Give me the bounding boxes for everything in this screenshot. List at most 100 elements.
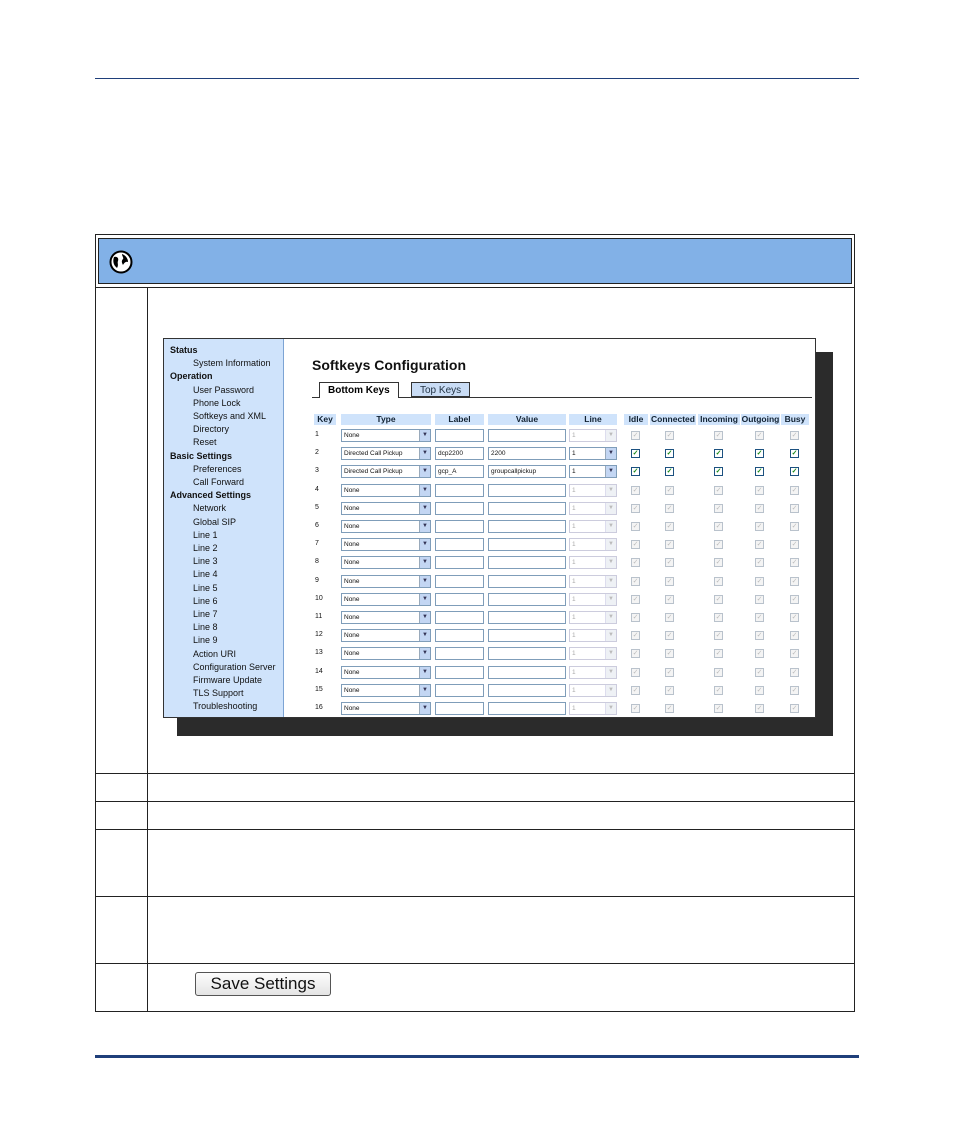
chevron-down-icon[interactable]: ▼ [419, 466, 430, 478]
type-select[interactable]: None ▼ [341, 556, 431, 570]
chevron-down-icon[interactable]: ▼ [605, 593, 616, 605]
value-input[interactable] [488, 520, 566, 533]
tab-bottom-keys[interactable]: Bottom Keys [319, 382, 399, 398]
sidebar-item[interactable]: Preferences [193, 464, 242, 475]
type-select[interactable]: None ▼ [341, 483, 431, 497]
connected-checkbox[interactable]: ✓ [665, 704, 674, 713]
idle-checkbox[interactable]: ✓ [631, 485, 640, 495]
sidebar-item[interactable]: Directory [193, 424, 229, 435]
incoming-checkbox[interactable]: ✓ [714, 704, 723, 713]
connected-checkbox[interactable]: ✓ [665, 558, 674, 568]
line-select[interactable]: 1 ▼ [569, 501, 617, 515]
line-select[interactable]: 1 ▼ [569, 538, 617, 552]
busy-checkbox[interactable]: ✓ [790, 522, 799, 531]
chevron-down-icon[interactable]: ▼ [605, 484, 616, 496]
idle-checkbox[interactable]: ✓ [631, 685, 640, 695]
sidebar-item[interactable]: Line 7 [193, 609, 218, 620]
connected-checkbox[interactable]: ✓ [665, 685, 674, 695]
busy-checkbox[interactable]: ✓ [790, 449, 799, 459]
label-input[interactable] [435, 556, 484, 570]
outgoing-checkbox[interactable]: ✓ [755, 704, 764, 713]
connected-checkbox[interactable]: ✓ [665, 631, 674, 641]
line-select[interactable]: 1 ▼ [569, 483, 617, 497]
outgoing-checkbox[interactable]: ✓ [755, 613, 764, 622]
type-select[interactable]: None ▼ [341, 538, 431, 552]
outgoing-checkbox[interactable]: ✓ [755, 431, 764, 440]
label-input[interactable] [435, 683, 484, 697]
value-input[interactable]: 2200 [488, 447, 566, 461]
value-input[interactable] [488, 429, 566, 442]
sidebar-item[interactable]: Line 5 [193, 583, 218, 594]
type-select[interactable]: None ▼ [341, 647, 431, 661]
label-input[interactable] [435, 592, 484, 606]
incoming-checkbox[interactable]: ✓ [714, 431, 723, 440]
connected-checkbox[interactable]: ✓ [665, 667, 674, 677]
busy-checkbox[interactable]: ✓ [790, 594, 799, 604]
sidebar-item[interactable]: System Information [193, 358, 271, 369]
label-input[interactable] [435, 520, 484, 533]
busy-checkbox[interactable]: ✓ [790, 540, 799, 550]
outgoing-checkbox[interactable]: ✓ [755, 667, 764, 677]
incoming-checkbox[interactable]: ✓ [714, 685, 723, 695]
value-input[interactable] [488, 556, 566, 570]
sidebar-item[interactable]: Line 1 [193, 530, 218, 541]
value-input[interactable] [488, 574, 566, 588]
chevron-down-icon[interactable]: ▼ [605, 666, 616, 678]
line-select[interactable]: 1 ▼ [569, 465, 617, 479]
label-input[interactable]: dcp2200 [435, 447, 484, 461]
connected-checkbox[interactable]: ✓ [665, 449, 674, 459]
type-select[interactable]: None ▼ [341, 592, 431, 606]
incoming-checkbox[interactable]: ✓ [714, 576, 723, 586]
chevron-down-icon[interactable]: ▼ [605, 648, 616, 660]
connected-checkbox[interactable]: ✓ [665, 649, 674, 659]
busy-checkbox[interactable]: ✓ [790, 631, 799, 641]
chevron-down-icon[interactable]: ▼ [605, 466, 616, 478]
line-select[interactable]: 1 ▼ [569, 520, 617, 533]
label-input[interactable] [435, 629, 484, 643]
incoming-checkbox[interactable]: ✓ [714, 485, 723, 495]
incoming-checkbox[interactable]: ✓ [714, 594, 723, 604]
idle-checkbox[interactable]: ✓ [631, 613, 640, 622]
value-input[interactable] [488, 592, 566, 606]
chevron-down-icon[interactable]: ▼ [419, 593, 430, 605]
type-select[interactable]: None ▼ [341, 702, 431, 715]
chevron-down-icon[interactable]: ▼ [605, 521, 616, 532]
chevron-down-icon[interactable]: ▼ [419, 684, 430, 696]
chevron-down-icon[interactable]: ▼ [419, 502, 430, 514]
sidebar-item[interactable]: Line 8 [193, 622, 218, 633]
sidebar-item[interactable]: Line 4 [193, 569, 218, 580]
connected-checkbox[interactable]: ✓ [665, 613, 674, 622]
chevron-down-icon[interactable]: ▼ [419, 575, 430, 587]
outgoing-checkbox[interactable]: ✓ [755, 449, 764, 459]
sidebar-item[interactable]: Global SIP [193, 517, 236, 528]
incoming-checkbox[interactable]: ✓ [714, 449, 723, 459]
outgoing-checkbox[interactable]: ✓ [755, 467, 764, 477]
idle-checkbox[interactable]: ✓ [631, 431, 640, 440]
chevron-down-icon[interactable]: ▼ [605, 684, 616, 696]
sidebar-item[interactable]: Firmware Update [193, 675, 262, 686]
line-select[interactable]: 1 ▼ [569, 647, 617, 661]
connected-checkbox[interactable]: ✓ [665, 540, 674, 550]
incoming-checkbox[interactable]: ✓ [714, 631, 723, 641]
outgoing-checkbox[interactable]: ✓ [755, 631, 764, 641]
line-select[interactable]: 1 ▼ [569, 702, 617, 715]
incoming-checkbox[interactable]: ✓ [714, 522, 723, 531]
outgoing-checkbox[interactable]: ✓ [755, 503, 764, 513]
chevron-down-icon[interactable]: ▼ [605, 630, 616, 642]
connected-checkbox[interactable]: ✓ [665, 576, 674, 586]
busy-checkbox[interactable]: ✓ [790, 667, 799, 677]
connected-checkbox[interactable]: ✓ [665, 503, 674, 513]
outgoing-checkbox[interactable]: ✓ [755, 594, 764, 604]
type-select[interactable]: None ▼ [341, 683, 431, 697]
idle-checkbox[interactable]: ✓ [631, 631, 640, 641]
sidebar-item[interactable]: Line 6 [193, 596, 218, 607]
chevron-down-icon[interactable]: ▼ [605, 612, 616, 623]
outgoing-checkbox[interactable]: ✓ [755, 522, 764, 531]
busy-checkbox[interactable]: ✓ [790, 467, 799, 477]
value-input[interactable] [488, 483, 566, 497]
chevron-down-icon[interactable]: ▼ [419, 703, 430, 714]
outgoing-checkbox[interactable]: ✓ [755, 540, 764, 550]
type-select[interactable]: Directed Call Pickup ▼ [341, 447, 431, 461]
line-select[interactable]: 1 ▼ [569, 429, 617, 442]
outgoing-checkbox[interactable]: ✓ [755, 576, 764, 586]
